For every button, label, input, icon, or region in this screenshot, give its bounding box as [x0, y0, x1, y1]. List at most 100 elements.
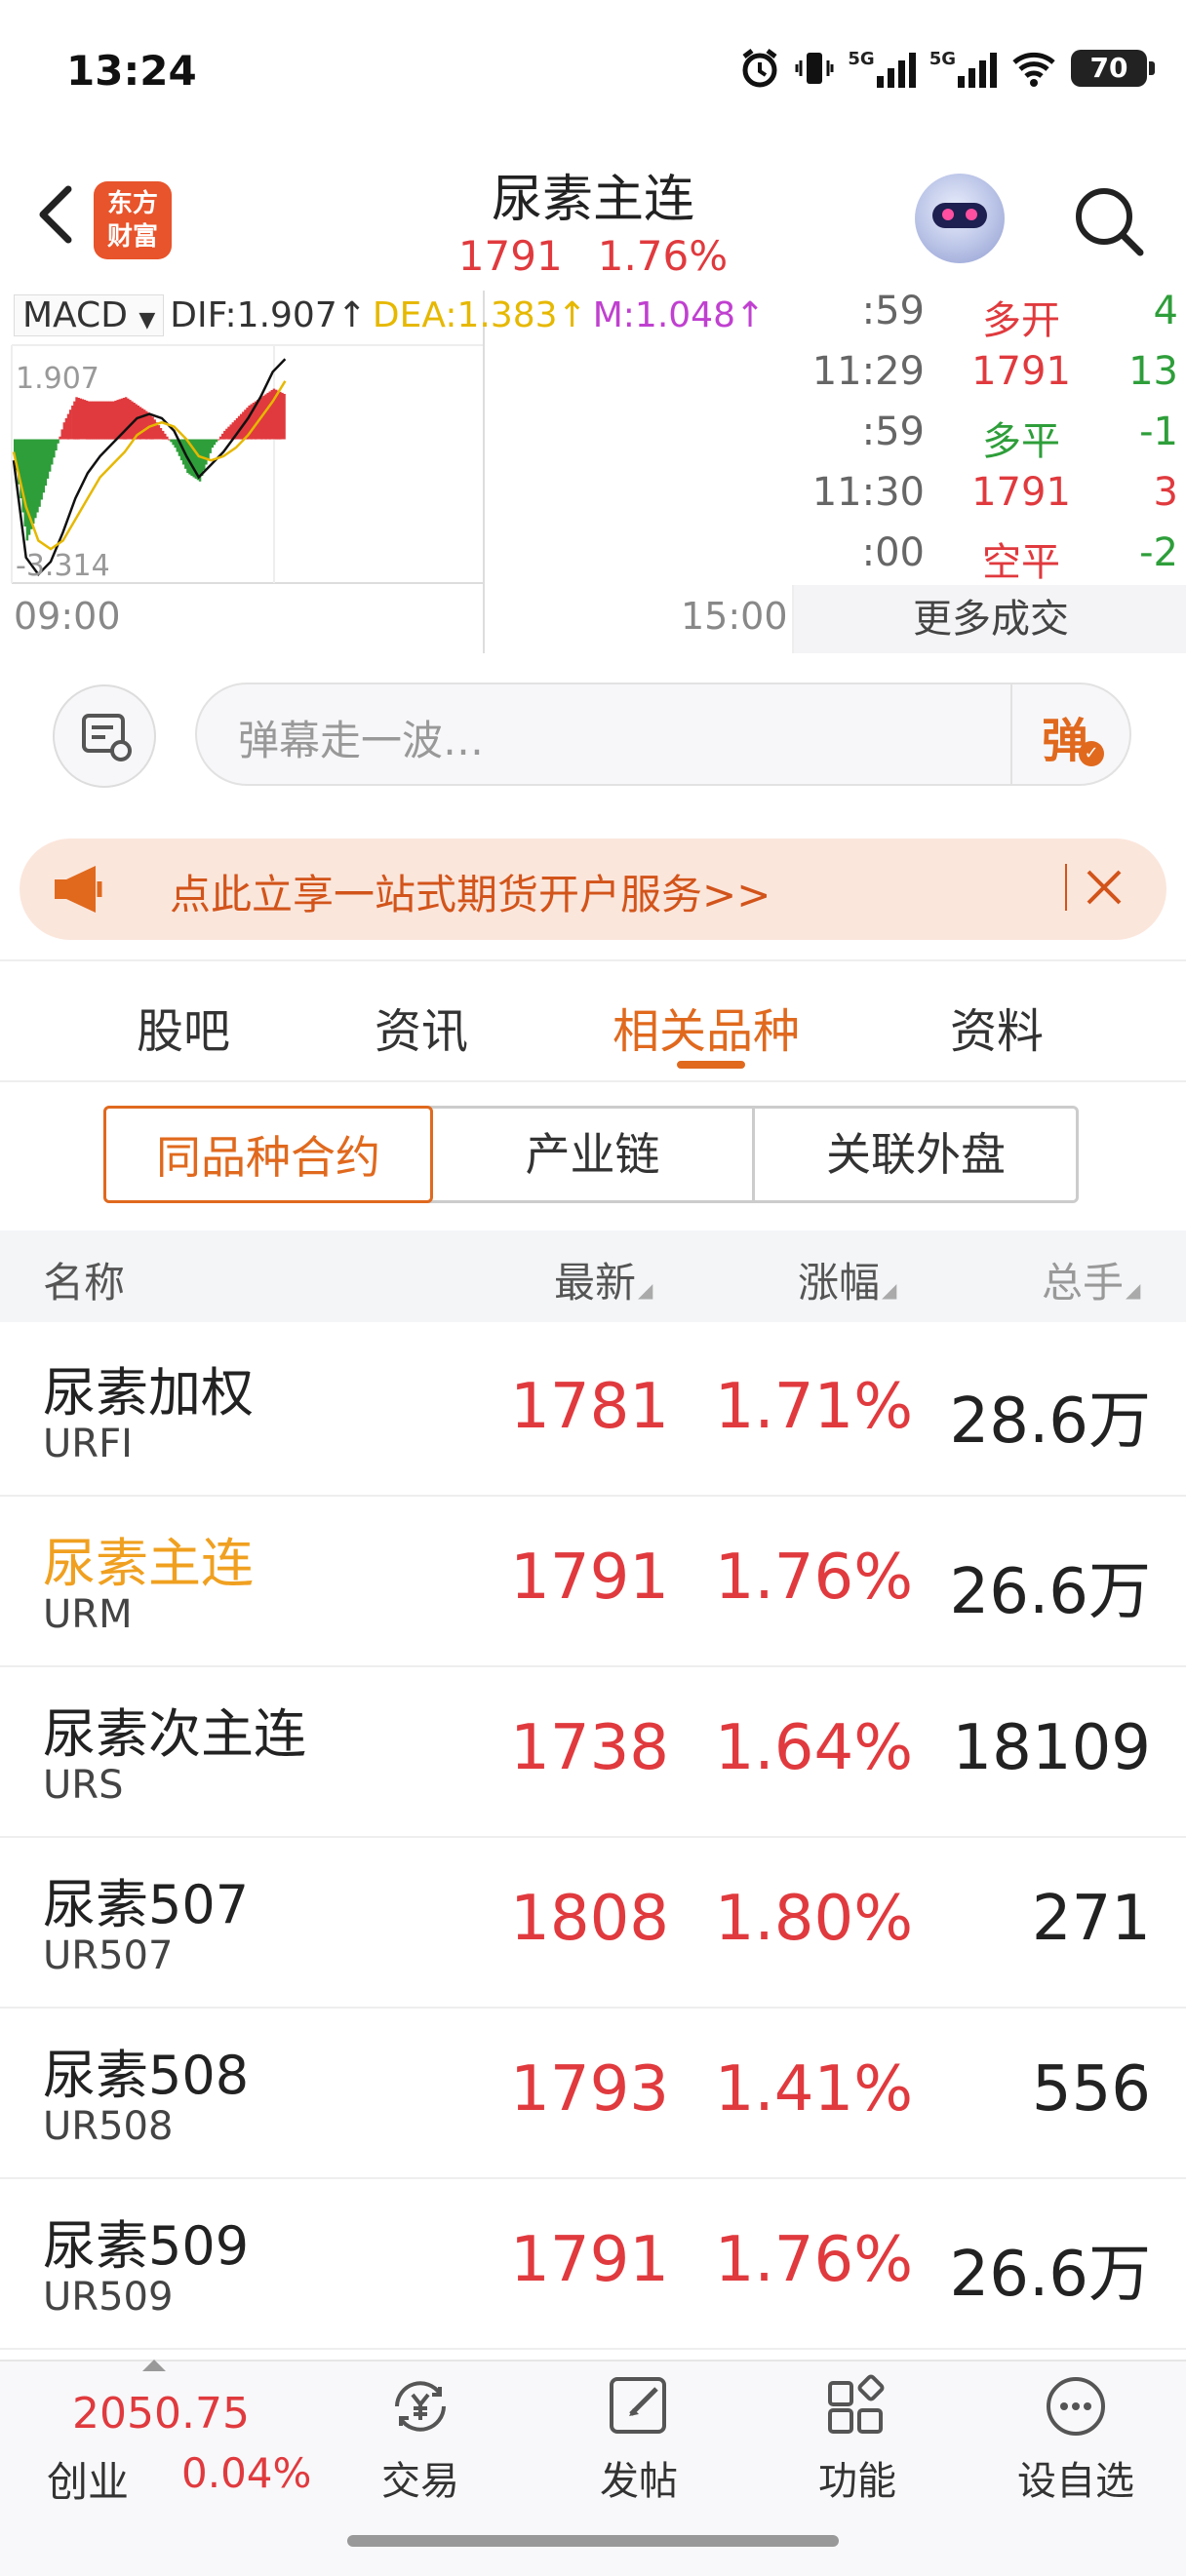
row-last: 1738 [510, 1712, 669, 1784]
row-name: 尿素508 [43, 2045, 250, 2106]
table-row[interactable]: 尿素主连 URM 1791 1.76% 26.6万 [0, 1495, 1186, 1667]
nav-add-watchlist[interactable]: 设自选 [1003, 2369, 1149, 2506]
battery-level: 70 [1089, 52, 1128, 84]
danmaku-settings-button[interactable] [53, 684, 156, 788]
macd-bar [205, 439, 208, 465]
col-change-label: 涨幅 [798, 1259, 881, 1307]
tab-related[interactable]: 相关品种 [613, 993, 800, 1061]
network-type: 5G [848, 49, 875, 69]
row-volume: 271 [1031, 1883, 1151, 1955]
vibrate-icon [795, 53, 834, 84]
table-row[interactable]: 尿素507 UR507 1808 1.80% 271 [0, 1836, 1186, 2009]
nav-post[interactable]: 发帖 [566, 2369, 712, 2506]
trade-price: 多开 [982, 298, 1060, 343]
row-code: UR509 [43, 2275, 174, 2320]
trade-time: 11:30 [811, 470, 925, 515]
promo-divider [1065, 864, 1067, 911]
trade-time: :00 [861, 530, 925, 575]
signal-5g-icon: 5G [929, 49, 997, 88]
x-tick-end: 15:00 [681, 595, 788, 638]
assistant-robot-icon[interactable] [915, 174, 1005, 263]
row-volume: 556 [1031, 2053, 1151, 2126]
trade-volume: 4 [1153, 289, 1178, 333]
network-type: 5G [929, 49, 956, 69]
table-row[interactable]: 尿素次主连 URS 1738 1.64% 18109 [0, 1665, 1186, 1838]
battery-icon: 70 [1071, 50, 1155, 87]
row-last: 1791 [510, 2224, 669, 2296]
x-tick-start: 09:00 [14, 595, 121, 638]
row-change: 1.76% [714, 1542, 913, 1614]
macd-bar [92, 401, 95, 440]
m-value: M:1.048↑ [592, 295, 766, 335]
close-icon[interactable] [1079, 862, 1129, 913]
row-last: 1793 [510, 2053, 669, 2126]
status-time: 13:24 [66, 47, 197, 95]
row-code: URS [43, 1763, 124, 1808]
table-row[interactable]: 尿素508 UR508 1793 1.41% 556 [0, 2007, 1186, 2179]
sort-icon: ◢ [638, 1278, 653, 1302]
segment-related-foreign[interactable]: 关联外盘 [755, 1106, 1077, 1203]
tab-profile[interactable]: 资料 [950, 993, 1044, 1061]
row-volume: 28.6万 [949, 1386, 1152, 1458]
tab-active-indicator [677, 1061, 745, 1069]
trade-row: :00 空平 -2 [792, 530, 1186, 591]
table-row[interactable]: 尿素509 UR509 1791 1.76% 26.6万 [0, 2177, 1186, 2350]
segment-same-contracts[interactable]: 同品种合约 [103, 1106, 433, 1203]
trade-time: 11:29 [811, 349, 925, 394]
row-change: 1.71% [714, 1371, 913, 1443]
row-code: URM [43, 1592, 133, 1637]
trade-volume: 3 [1153, 470, 1178, 515]
col-volume-header[interactable]: 总手 ◢ [1042, 1250, 1140, 1309]
row-volume: 26.6万 [949, 1556, 1152, 1628]
segment-industry-chain[interactable]: 产业链 [433, 1106, 755, 1203]
nav-functions[interactable]: 功能 [784, 2369, 930, 2506]
trade-price: 空平 [982, 540, 1060, 585]
row-name: 尿素509 [43, 2215, 250, 2277]
trade-volume: 13 [1128, 349, 1178, 394]
signal-5g-icon: 5G [848, 49, 916, 88]
wifi-icon [1012, 52, 1055, 87]
trade-volume: -2 [1139, 530, 1178, 575]
trade-price: 多平 [982, 419, 1060, 464]
macd-bar [57, 439, 59, 444]
indicator-name: MACD [22, 295, 128, 335]
header-price: 1791 [457, 232, 563, 280]
row-name: 尿素507 [43, 1874, 250, 1935]
macd-bar [166, 436, 169, 440]
row-last: 1781 [510, 1371, 669, 1443]
nav-trade[interactable]: 交易 [347, 2369, 494, 2506]
sort-icon: ◢ [882, 1278, 897, 1302]
index-value[interactable]: 2050.75 [72, 2389, 250, 2439]
row-last: 1808 [510, 1883, 669, 1955]
tab-news[interactable]: 资讯 [375, 993, 468, 1061]
table-row[interactable]: 尿素加权 URFI 1781 1.71% 28.6万 [0, 1324, 1186, 1497]
trade-time: :59 [861, 410, 925, 454]
index-change[interactable]: 0.04% [181, 2449, 311, 2497]
macd-bar [114, 400, 117, 440]
trade-row: :59 多开 4 [792, 289, 1186, 349]
tab-guba[interactable]: 股吧 [137, 993, 230, 1061]
index-name[interactable]: 创业 [47, 2449, 129, 2509]
col-last-header[interactable]: 最新 ◢ [554, 1250, 652, 1309]
home-indicator [347, 2535, 839, 2547]
search-icon[interactable] [1069, 181, 1147, 259]
col-change-header[interactable]: 涨幅 ◢ [798, 1250, 896, 1309]
index-expand-caret-icon[interactable] [142, 2360, 166, 2371]
header-change: 1.76% [597, 232, 729, 280]
trade-volume: -1 [1139, 410, 1178, 454]
nav-add-watchlist-label: 设自选 [1017, 2459, 1134, 2504]
more-trades-button[interactable]: 更多成交 [792, 585, 1186, 653]
danmaku-send-button[interactable]: 弹 ✓ [1010, 683, 1133, 786]
post-edit-icon [610, 2377, 666, 2434]
danmaku-settings-icon [82, 714, 132, 761]
indicator-selector[interactable]: MACD ▼ [14, 294, 165, 336]
trade-time: :59 [861, 289, 925, 333]
nav-post-label: 发帖 [600, 2459, 678, 2504]
check-icon: ✓ [1079, 741, 1104, 766]
danmaku-placeholder: 弹幕走一波… [238, 717, 485, 764]
trade-yen-icon [395, 2381, 446, 2432]
nav-functions-label: 功能 [818, 2459, 896, 2504]
promo-text[interactable]: 点此立享一站式期货开户服务>> [170, 862, 771, 921]
row-code: UR507 [43, 1933, 174, 1978]
trade-price: 1791 [971, 349, 1071, 394]
